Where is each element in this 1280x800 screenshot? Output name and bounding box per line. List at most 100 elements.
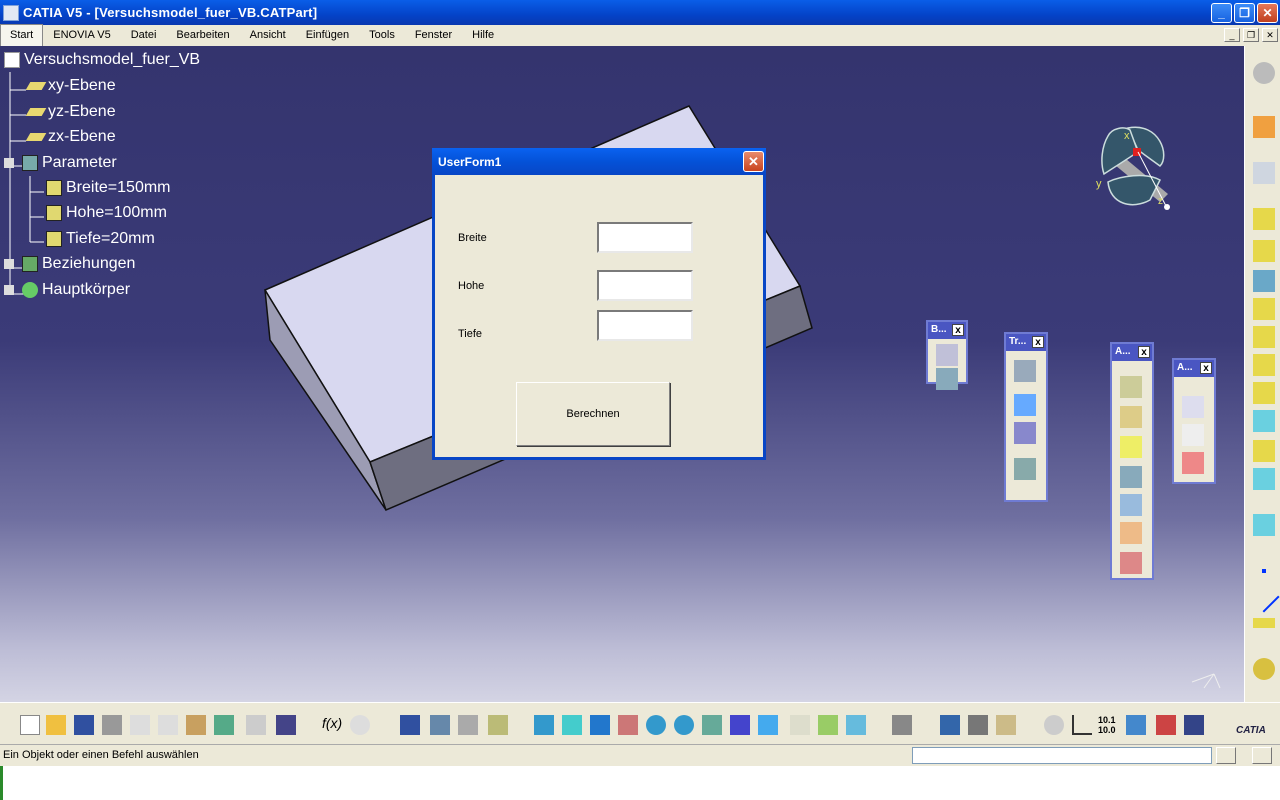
tree-plane-yz[interactable]: yz-Ebene (25, 101, 116, 123)
hohe-input[interactable] (597, 270, 693, 301)
thickness-icon[interactable] (1120, 494, 1142, 516)
floating-toolbar-b[interactable]: B... x (926, 320, 968, 390)
pattern-icon[interactable] (1014, 422, 1036, 444)
doc-restore-button[interactable]: ❐ (1243, 28, 1259, 42)
stiffener-icon[interactable] (1253, 410, 1275, 432)
close-icon[interactable]: x (952, 324, 964, 336)
tiefe-input[interactable] (597, 310, 693, 341)
formula-icon[interactable]: f(x) (322, 715, 342, 735)
comment-icon[interactable] (350, 715, 370, 735)
material-icon[interactable] (1253, 658, 1275, 680)
shading-icon[interactable] (790, 715, 810, 735)
expand-icon[interactable] (4, 285, 14, 295)
dialog-title-bar[interactable]: UserForm1 (432, 148, 766, 175)
body-icon[interactable] (936, 344, 958, 366)
rotate-icon[interactable] (618, 715, 638, 735)
multi-view-icon[interactable] (730, 715, 750, 735)
close-icon[interactable]: x (1032, 336, 1044, 348)
close-button[interactable]: ✕ (1257, 3, 1278, 23)
floating-toolbar-a1[interactable]: A... x (1110, 342, 1154, 580)
catalog-icon[interactable] (430, 715, 450, 735)
plane-icon[interactable] (1253, 618, 1275, 628)
normal-view-icon[interactable] (702, 715, 722, 735)
menu-datei[interactable]: Datei (121, 25, 167, 46)
snap-icon[interactable] (1156, 715, 1176, 735)
iso-view-icon[interactable] (758, 715, 778, 735)
tree-relations[interactable]: Beziehungen (4, 253, 135, 275)
groove-icon[interactable] (1253, 298, 1275, 320)
hole-icon[interactable] (1253, 326, 1275, 348)
tree-plane-xy[interactable]: xy-Ebene (25, 75, 116, 97)
pocket-icon[interactable] (1253, 240, 1275, 262)
print-icon[interactable] (102, 715, 122, 735)
collapse-icon[interactable] (4, 158, 14, 168)
expand-icon[interactable] (4, 259, 14, 269)
remove-face-icon[interactable] (1120, 552, 1142, 574)
doc-close-button[interactable]: ✕ (1262, 28, 1278, 42)
sketch-icon[interactable] (1253, 162, 1275, 184)
knowledge-icon[interactable] (488, 715, 508, 735)
slot-icon[interactable] (1253, 382, 1275, 404)
zoom-out-icon[interactable] (674, 715, 694, 735)
tree-body[interactable]: Hauptkörper (4, 279, 130, 301)
new-icon[interactable] (20, 715, 40, 735)
mirror-icon[interactable] (1014, 394, 1036, 416)
chamfer-icon[interactable] (1120, 376, 1142, 398)
save-icon[interactable] (74, 715, 94, 735)
scale-icon[interactable] (1014, 458, 1036, 480)
measure-icon[interactable] (940, 715, 960, 735)
loft-icon[interactable] (1253, 440, 1275, 462)
dialog-close-button[interactable]: ✕ (743, 151, 764, 172)
zoom-in-icon[interactable] (646, 715, 666, 735)
select-arrow-icon[interactable] (1253, 116, 1275, 138)
restore-button[interactable]: ❐ (1234, 3, 1255, 23)
update-icon[interactable] (1044, 715, 1064, 735)
menu-bearbeiten[interactable]: Bearbeiten (166, 25, 239, 46)
tree-param-hohe[interactable]: Hohe=100mm (46, 202, 167, 224)
list-icon[interactable] (1184, 715, 1204, 735)
tree-parameter[interactable]: Parameter (4, 152, 117, 174)
fit-all-icon[interactable] (562, 715, 582, 735)
hide-show-icon[interactable] (818, 715, 838, 735)
menu-fenster[interactable]: Fenster (405, 25, 462, 46)
translate-icon[interactable] (1014, 360, 1036, 382)
flag-note-icon[interactable] (1182, 424, 1204, 446)
command-input[interactable] (912, 747, 1212, 764)
insert-body-icon[interactable] (936, 368, 958, 390)
tree-plane-zx[interactable]: zx-Ebene (25, 126, 116, 148)
catalog-browser-icon[interactable] (892, 715, 912, 735)
cut-icon[interactable] (130, 715, 150, 735)
toolbar-header[interactable]: A... x (1112, 344, 1152, 361)
open-icon[interactable] (46, 715, 66, 735)
menu-einfuegen[interactable]: Einfügen (296, 25, 359, 46)
menu-hilfe[interactable]: Hilfe (462, 25, 504, 46)
toolbar-header[interactable]: Tr... x (1006, 334, 1046, 351)
status-button-1[interactable] (1216, 747, 1236, 764)
line-icon[interactable] (1248, 581, 1280, 613)
axis-system-icon[interactable] (1072, 715, 1092, 735)
point-icon[interactable] (1253, 560, 1275, 582)
close-icon[interactable]: x (1138, 346, 1150, 358)
breite-input[interactable] (597, 222, 693, 253)
shaft-icon[interactable] (1253, 270, 1275, 292)
toolbar-header[interactable]: A... x (1174, 360, 1214, 377)
fly-icon[interactable] (534, 715, 554, 735)
tree-root[interactable]: Versuchsmodel_fuer_VB (4, 49, 200, 71)
berechnen-button[interactable]: Berechnen (516, 382, 670, 446)
close-icon[interactable]: x (1200, 362, 1212, 374)
redo-icon[interactable] (246, 715, 266, 735)
title-bar[interactable]: CATIA V5 - [Versuchsmodel_fuer_VB.CATPar… (0, 0, 1280, 25)
measure-item-icon[interactable] (968, 715, 988, 735)
menu-start[interactable]: Start (0, 24, 44, 47)
hole-target-icon[interactable] (1120, 522, 1142, 544)
menu-ansicht[interactable]: Ansicht (240, 25, 296, 46)
surface-icon[interactable] (1253, 514, 1275, 536)
minimize-button[interactable]: _ (1211, 3, 1232, 23)
annotation-text-icon[interactable] (1182, 396, 1204, 418)
undo-icon[interactable] (214, 715, 234, 735)
paste-icon[interactable] (186, 715, 206, 735)
menu-enovia[interactable]: ENOVIA V5 (43, 25, 120, 46)
gear-icon[interactable] (1253, 62, 1275, 84)
lock-icon[interactable] (458, 715, 478, 735)
pad-icon[interactable] (1253, 208, 1275, 230)
